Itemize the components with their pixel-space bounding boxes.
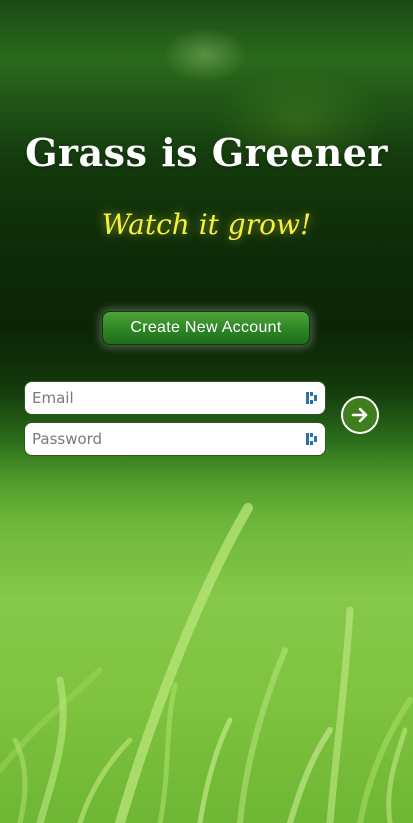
password-input[interactable] [25, 423, 305, 455]
password-field-container [24, 422, 326, 456]
password-manager-key-icon[interactable] [305, 390, 319, 406]
email-input[interactable] [25, 382, 305, 414]
create-account-button[interactable]: Create New Account [102, 311, 310, 345]
app-tagline: Watch it grow! [101, 208, 312, 241]
arrow-right-icon [351, 407, 368, 423]
app-title: Grass is Greener [25, 130, 388, 175]
grass-foreground [0, 503, 413, 823]
email-field-container [24, 381, 326, 415]
login-submit-button[interactable] [341, 396, 379, 434]
password-manager-key-icon[interactable] [305, 431, 319, 447]
